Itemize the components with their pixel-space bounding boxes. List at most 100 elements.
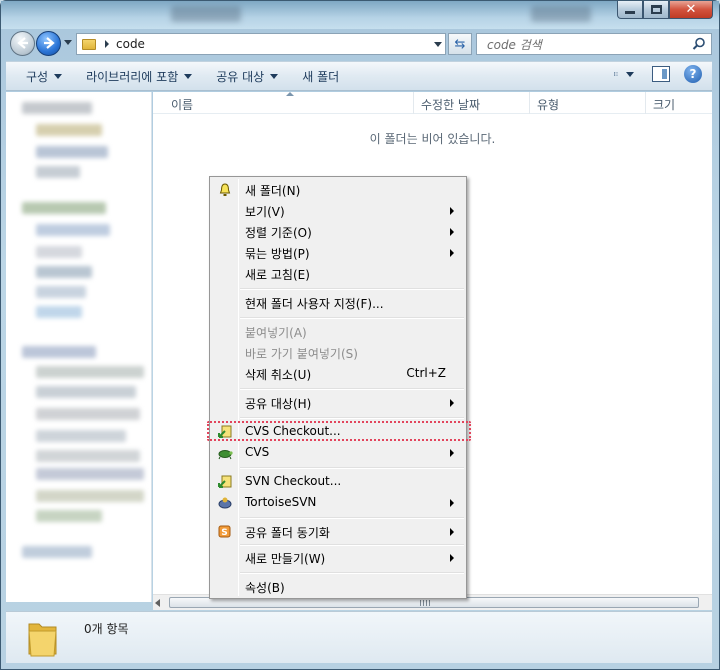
breadcrumb-folder[interactable]: code [116, 37, 145, 51]
nav-item[interactable] [36, 286, 86, 298]
menu-label: 공유 폴더 동기화 [245, 526, 330, 540]
menu-item-tortoisesvn[interactable]: TortoiseSVN [212, 492, 464, 513]
search-input[interactable]: code 검색 [476, 33, 712, 55]
menu-item-svn-checkout[interactable]: SVN Checkout... [212, 471, 464, 492]
chevron-down-icon [626, 71, 634, 77]
scroll-left-icon[interactable] [155, 599, 160, 607]
menu-item-cvs[interactable]: CVS [212, 442, 464, 463]
menu-item-new-folder[interactable]: 새 폴더(N) [212, 179, 464, 200]
address-bar[interactable]: code [76, 33, 446, 55]
minimize-button[interactable] [617, 1, 643, 19]
menu-item-undo-delete[interactable]: 삭제 취소(U) Ctrl+Z [212, 363, 464, 384]
nav-item[interactable] [36, 510, 102, 522]
nav-item[interactable] [36, 124, 102, 136]
refresh-button[interactable]: ⇆ [448, 33, 472, 55]
menu-item-sync-shared-folder[interactable]: S 공유 폴더 동기화 [212, 521, 464, 542]
close-button[interactable]: ✕ [669, 1, 713, 19]
submenu-arrow-icon [450, 449, 454, 457]
search-icon[interactable] [692, 37, 706, 51]
nav-item[interactable] [36, 408, 140, 420]
new-folder-button[interactable]: 새 폴더 [290, 64, 351, 88]
nav-item[interactable] [36, 246, 82, 258]
menu-separator [240, 288, 464, 290]
menu-separator [240, 517, 464, 519]
nav-item[interactable] [36, 366, 144, 378]
nav-item[interactable] [36, 490, 144, 502]
organize-button[interactable]: 구성 [14, 64, 74, 88]
column-type[interactable]: 유형 [537, 96, 559, 113]
submenu-arrow-icon [450, 528, 454, 536]
nav-item[interactable] [36, 306, 82, 318]
menu-item-view[interactable]: 보기(V) [212, 200, 464, 221]
menu-separator [240, 417, 464, 419]
column-divider[interactable] [529, 92, 530, 114]
column-divider[interactable] [645, 92, 646, 114]
minimize-icon [625, 11, 635, 14]
menu-separator [240, 467, 464, 469]
nav-item[interactable] [36, 450, 140, 462]
nav-item[interactable] [36, 146, 108, 158]
nav-item[interactable] [36, 224, 110, 236]
submenu-arrow-icon [450, 228, 454, 236]
menu-item-share-with[interactable]: 공유 대상(H) [212, 392, 464, 413]
menu-item-refresh[interactable]: 새로 고침(E) [212, 263, 464, 284]
nav-item[interactable] [36, 386, 136, 398]
menu-item-new[interactable]: 새로 만들기(W) [212, 547, 464, 568]
menu-label: CVS [245, 445, 270, 459]
menu-label: 보기(V) [245, 205, 285, 219]
command-bar-right: ? [614, 65, 702, 83]
nav-item[interactable] [22, 346, 96, 358]
blurred-title-right [531, 6, 591, 22]
menu-label: 삭제 취소(U) [245, 368, 312, 382]
highlight-annotation [207, 421, 471, 441]
nav-item[interactable] [22, 202, 106, 214]
navigation-pane[interactable] [6, 92, 152, 602]
menu-label: TortoiseSVN [245, 495, 317, 509]
nav-item[interactable] [22, 102, 92, 114]
nav-item[interactable] [36, 266, 92, 278]
maximize-button[interactable] [643, 1, 669, 19]
chevron-down-icon [270, 73, 279, 79]
menu-item-sort-by[interactable]: 정렬 기준(O) [212, 221, 464, 242]
close-icon: ✕ [685, 2, 697, 17]
menu-item-paste: 붙여넣기(A) [212, 321, 464, 342]
menu-label: 새로 고침(E) [245, 268, 310, 282]
column-name[interactable]: 이름 [171, 96, 193, 113]
svg-text:S: S [221, 528, 227, 538]
menu-item-properties[interactable]: 속성(B) [212, 576, 464, 597]
address-dropdown-icon[interactable] [434, 42, 442, 47]
menu-separator [240, 388, 464, 390]
empty-folder-message: 이 폴더는 비어 있습니다. [369, 132, 496, 146]
menu-label: 공유 대상(H) [245, 397, 312, 411]
submenu-arrow-icon [450, 499, 454, 507]
menu-separator [240, 544, 464, 546]
views-button[interactable] [614, 66, 634, 82]
nav-item[interactable] [36, 430, 126, 442]
nav-item[interactable] [36, 166, 80, 178]
column-divider[interactable] [413, 92, 414, 114]
menu-item-customize-folder[interactable]: 현재 폴더 사용자 지정(F)... [212, 292, 464, 313]
search-placeholder: code 검색 [487, 37, 542, 52]
folder-icon [82, 38, 96, 50]
menu-separator [240, 572, 464, 574]
back-button[interactable] [10, 31, 35, 56]
column-header: 이름 수정한 날짜 유형 크기 [153, 92, 712, 114]
forward-button[interactable] [36, 31, 61, 56]
menu-item-group-by[interactable]: 묶는 방법(P) [212, 242, 464, 263]
nav-item[interactable] [36, 468, 144, 480]
recent-pages-dropdown-icon[interactable] [64, 40, 72, 45]
column-modified[interactable]: 수정한 날짜 [421, 96, 480, 113]
menu-label: 바로 가기 붙여넣기(S) [245, 347, 358, 361]
menu-label: 새 폴더(N) [245, 184, 301, 198]
nav-item[interactable] [22, 546, 92, 558]
breadcrumb-chevron-icon[interactable] [105, 40, 109, 48]
share-with-button[interactable]: 공유 대상 [204, 64, 290, 88]
help-icon[interactable]: ? [684, 65, 702, 83]
details-pane: 0개 항목 [6, 611, 712, 663]
menu-label: 붙여넣기(A) [245, 326, 307, 340]
column-size[interactable]: 크기 [653, 96, 675, 113]
include-in-library-button[interactable]: 라이브러리에 포함 [74, 64, 204, 88]
views-icon [614, 72, 618, 76]
title-bar[interactable]: ✕ [1, 1, 719, 29]
preview-pane-icon[interactable] [652, 66, 670, 82]
